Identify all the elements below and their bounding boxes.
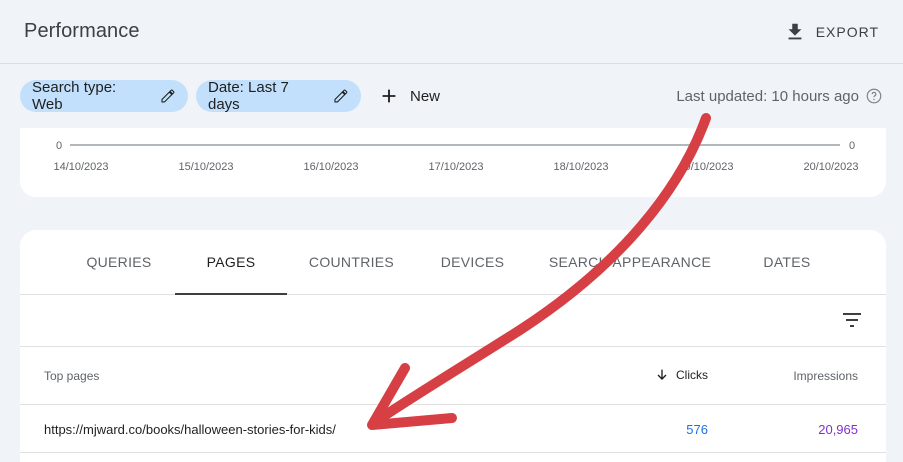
filter-icon[interactable] [840, 308, 864, 332]
y-axis-left-tick: 0 [56, 140, 62, 152]
y-axis-right-tick: 0 [849, 140, 855, 152]
page-url[interactable]: https://mjward.co/books/halloween-storie… [44, 422, 336, 437]
export-button[interactable]: EXPORT [784, 18, 879, 46]
x-axis-tick-label: 17/10/2023 [428, 161, 483, 173]
dimension-tabs: QUERIES PAGES COUNTRIES DEVICES SEARCH A… [20, 230, 886, 295]
tab-dates[interactable]: DATES [742, 230, 832, 294]
chart-card: 0 0 14/10/2023 15/10/2023 16/10/2023 17/10/20… [20, 128, 886, 197]
x-axis-tick-label: 20/10/2023 [803, 161, 858, 173]
impressions-value: 20,965 [818, 422, 858, 437]
page-header: Performance EXPORT [0, 0, 903, 64]
performance-chart: 0 0 14/10/2023 15/10/2023 16/10/2023 17/10/20… [53, 140, 858, 173]
help-icon[interactable] [865, 87, 883, 105]
date-chip[interactable]: Date: Last 7 days [196, 79, 361, 113]
last-updated: Last updated: 10 hours ago [676, 80, 883, 112]
clicks-header-label: Clicks [676, 368, 708, 382]
filter-bar: Search type: Web Date: Last 7 days New L… [20, 79, 883, 113]
search-type-label: Search type: Web [32, 79, 117, 113]
search-type-chip[interactable]: Search type: Web [20, 79, 188, 113]
x-axis-tick-label: 16/10/2023 [303, 161, 358, 173]
x-axis-tick-label: 14/10/2023 [53, 161, 108, 173]
table-row[interactable]: https://mjward.co/books/halloween-storie… [20, 405, 886, 453]
x-axis-tick-label: 18/10/2023 [553, 161, 608, 173]
column-header-clicks[interactable]: Clicks [654, 367, 708, 383]
pencil-icon [161, 89, 175, 103]
arrow-down-icon [657, 369, 667, 380]
new-filter-label: New [410, 87, 441, 105]
date-label: Date: Last 7 days [208, 79, 289, 113]
clicks-value: 576 [686, 422, 708, 437]
page-title: Performance [24, 20, 140, 42]
last-updated-text: Last updated: 10 hours ago [676, 87, 859, 105]
x-axis-tick-label: 15/10/2023 [178, 161, 233, 173]
pencil-icon [334, 89, 348, 103]
tab-queries[interactable]: QUERIES [64, 230, 174, 294]
column-header-pages: Top pages [44, 369, 100, 383]
column-header-impressions[interactable]: Impressions [793, 369, 858, 383]
tab-devices[interactable]: DEVICES [425, 230, 520, 294]
new-filter-button[interactable]: New [378, 80, 440, 112]
tab-pages[interactable]: PAGES [175, 230, 287, 295]
tab-countries[interactable]: COUNTRIES [298, 230, 405, 294]
plus-icon [382, 89, 396, 103]
export-label: EXPORT [815, 24, 879, 40]
tab-search-appearance[interactable]: SEARCH APPEARANCE [540, 230, 720, 294]
table-header: Top pages Clicks Impressions [20, 347, 886, 405]
download-icon [788, 23, 802, 40]
x-axis-tick-label: 19/10/2023 [678, 161, 733, 173]
results-card: QUERIES PAGES COUNTRIES DEVICES SEARCH A… [20, 230, 886, 462]
table-filter-row [20, 295, 886, 347]
